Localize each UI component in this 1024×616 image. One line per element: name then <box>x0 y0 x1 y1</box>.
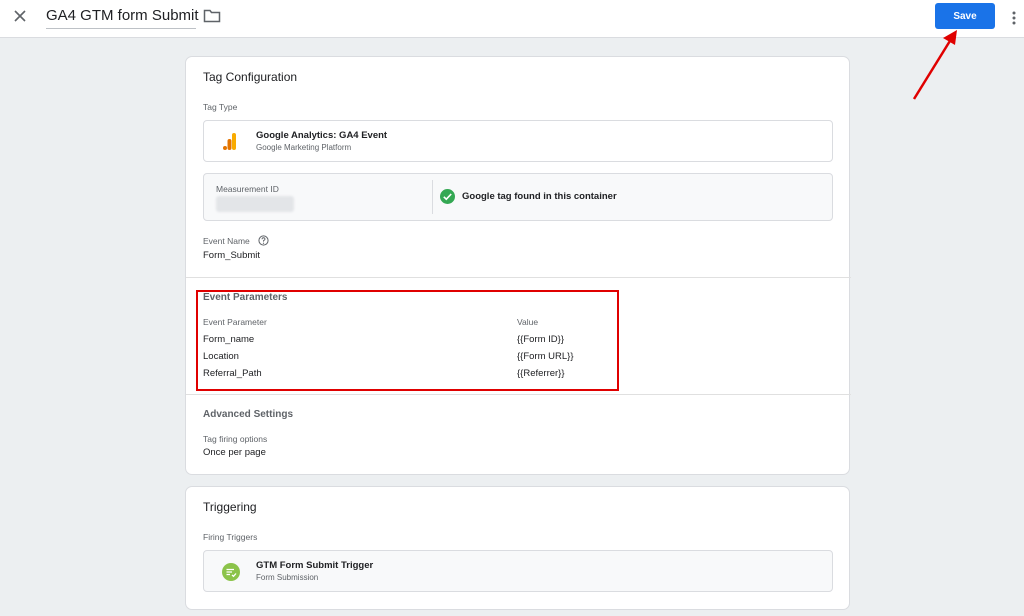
triggering-card[interactable]: Triggering Firing Triggers GTM Form Subm… <box>185 486 850 610</box>
tag-title: GA4 GTM form Submit <box>46 7 199 24</box>
tag-configuration-card[interactable]: Tag Configuration Tag Type Google Analyt… <box>185 56 851 475</box>
card-divider <box>186 394 851 395</box>
advanced-settings-heading[interactable]: Advanced Settings <box>203 409 293 420</box>
google-tag-status: Google tag found in this container <box>462 191 617 202</box>
card-divider <box>186 277 851 278</box>
tag-type-selector[interactable]: Google Analytics: GA4 Event Google Marke… <box>203 120 833 162</box>
close-button[interactable] <box>10 6 32 28</box>
more-options-button[interactable] <box>1008 6 1020 28</box>
trigger-type: Form Submission <box>256 573 319 582</box>
tag-title-field[interactable]: GA4 GTM form Submit <box>46 4 199 29</box>
folder-icon <box>203 9 221 23</box>
firing-triggers-label: Firing Triggers <box>203 532 258 542</box>
tag-type-subtitle: Google Marketing Platform <box>256 143 352 152</box>
check-circle-icon <box>440 189 455 204</box>
annotation-arrow <box>912 30 957 100</box>
event-name-label: Event Name <box>203 236 250 246</box>
measurement-id-label: Measurement ID <box>216 184 279 194</box>
tag-type-name: Google Analytics: GA4 Event <box>256 130 388 141</box>
tag-configuration-heading: Tag Configuration <box>203 70 298 84</box>
measurement-id-section: Measurement ID Google tag found in this … <box>203 173 833 221</box>
measurement-id-field[interactable] <box>216 196 294 212</box>
folder-button[interactable] <box>203 8 221 24</box>
more-vert-icon <box>1012 11 1016 25</box>
tag-type-label: Tag Type <box>203 102 238 112</box>
tag-firing-options-value: Once per page <box>203 447 266 458</box>
google-analytics-icon <box>223 133 236 150</box>
section-divider <box>432 180 433 214</box>
triggering-heading: Triggering <box>203 500 257 514</box>
help-icon[interactable] <box>258 235 269 246</box>
editor-header: GA4 GTM form Submit Save <box>0 0 1024 38</box>
trigger-item[interactable]: GTM Form Submit Trigger Form Submission <box>203 550 833 592</box>
tag-firing-options-label: Tag firing options <box>203 434 268 444</box>
event-name-value: Form_Submit <box>203 250 261 261</box>
close-icon <box>14 10 26 22</box>
trigger-name: GTM Form Submit Trigger <box>256 560 374 571</box>
highlight-box <box>196 290 619 391</box>
form-submission-trigger-icon <box>222 563 240 581</box>
